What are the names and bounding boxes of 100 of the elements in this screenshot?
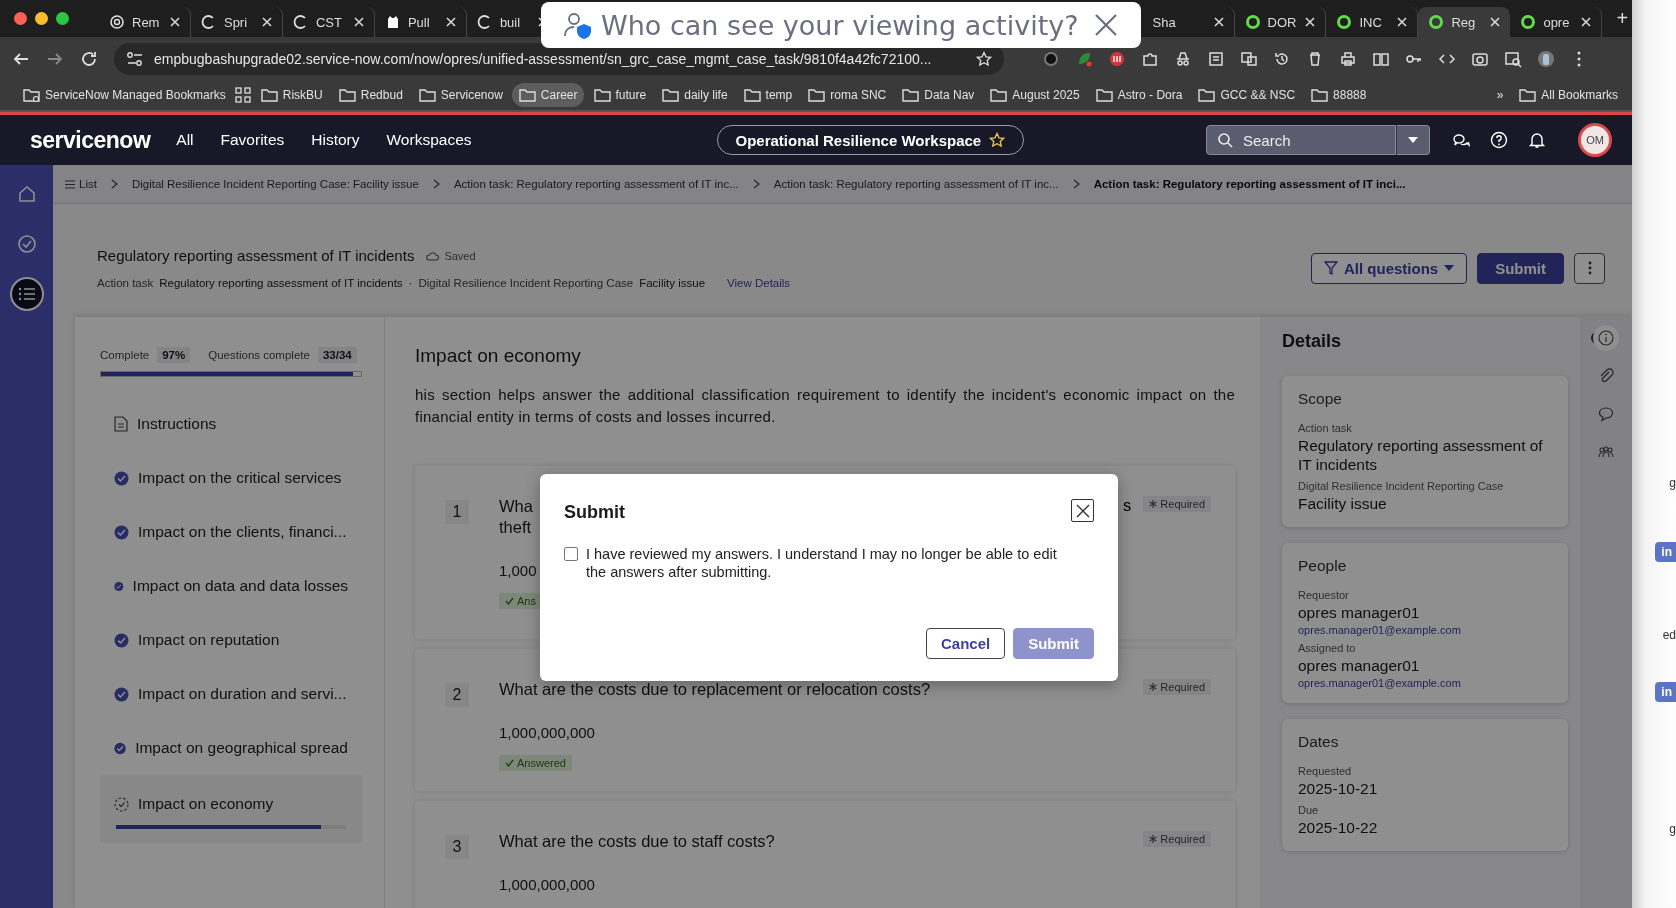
list-icon <box>17 286 36 302</box>
bookmark[interactable]: ServiceNow Managed Bookmarks <box>16 83 232 107</box>
bookmark[interactable]: Servicenow <box>411 83 509 107</box>
chevron-right-icon <box>752 179 760 189</box>
search-scope-dropdown[interactable] <box>1396 125 1430 155</box>
confirm-checkbox[interactable] <box>564 547 578 561</box>
window-minimize-dot[interactable] <box>35 12 48 25</box>
translate-icon[interactable] <box>1240 49 1258 68</box>
profile-avatar-icon[interactable] <box>1537 49 1555 68</box>
email-link[interactable]: opres.manager01@example.com <box>1298 677 1552 689</box>
list-icon[interactable] <box>1207 49 1225 68</box>
section-nav-item[interactable]: Impact on the critical services <box>114 469 348 487</box>
nav-menu-item[interactable]: All <box>176 131 194 149</box>
card-title: Dates <box>1298 733 1340 751</box>
question-text: What are the costs due to staff costs? <box>499 831 775 852</box>
bars-badge-icon[interactable] <box>1108 49 1126 68</box>
window-close-dot[interactable] <box>14 12 27 25</box>
field-value: Regulatory reporting assessment of IT incidents <box>1298 436 1544 474</box>
bell-icon[interactable] <box>1528 131 1546 149</box>
section-nav-item[interactable]: Impact on reputation <box>114 631 348 649</box>
bookmark[interactable]: roma SNC <box>801 83 893 107</box>
list-button[interactable] <box>9 277 44 311</box>
folder-icon <box>989 86 1008 104</box>
section-nav-item[interactable]: Instructions <box>114 415 348 433</box>
details-title: Details <box>1282 331 1343 352</box>
breadcrumb-link[interactable]: Action task: Regulatory reporting assessment of IT inc... <box>453 178 739 190</box>
people-icon <box>1598 444 1614 460</box>
answer-value: 1,000,000,000 <box>499 876 595 893</box>
nav-menu-item[interactable]: Favorites <box>220 131 285 149</box>
bookmarks-overflow-button[interactable]: » <box>1490 85 1510 105</box>
address-bar[interactable]: empbugbashupgrade02.service-now.com/now/opres/unified-assessment/sn_grc_case_mgmt_case_task/9810f4a42fc72100... <box>114 42 1004 75</box>
section-nav-item[interactable]: Impact on geographical spread <box>114 739 348 757</box>
bookmark[interactable]: 88888 <box>1304 83 1373 107</box>
browser-tab[interactable]: Reg <box>1418 7 1511 37</box>
bookmark[interactable]: GCC && NSC <box>1191 83 1302 107</box>
search-field[interactable]: Search <box>1241 130 1375 150</box>
record-title: Regulatory reporting assessment of IT incidents <box>97 247 415 264</box>
cancel-button[interactable]: Cancel <box>925 628 1006 659</box>
bookmark[interactable]: August 2025 <box>983 83 1086 107</box>
answered-tag: Answered <box>499 755 572 771</box>
search-page-icon[interactable] <box>1504 49 1522 68</box>
bookmark[interactable]: Data Nav <box>895 83 981 107</box>
check-circle-icon <box>114 632 129 648</box>
asterisk-icon <box>1149 835 1158 843</box>
user-avatar[interactable]: OM <box>1578 123 1612 157</box>
breadcrumb-link[interactable]: List <box>65 178 97 190</box>
close-button[interactable] <box>1071 499 1094 522</box>
arc-icon <box>292 14 309 30</box>
caret-icon <box>1407 136 1419 144</box>
folder-icon <box>901 86 920 104</box>
star-icon[interactable] <box>976 50 992 67</box>
breadcrumb-link[interactable]: Action task: Regulatory reporting assessment of IT inc... <box>773 178 1059 190</box>
edge-text: ed <box>1662 628 1676 642</box>
star-icon[interactable] <box>989 132 1006 148</box>
bookmark[interactable]: RiskBU <box>253 83 329 107</box>
section-nav-item[interactable]: Impact on the clients, financi... <box>114 523 348 541</box>
progress-label: Complete <box>100 349 150 361</box>
new-tab-button[interactable]: + <box>1612 7 1633 30</box>
all-bookmarks-button[interactable]: All Bookmarks <box>1512 83 1624 107</box>
window-zoom-dot[interactable] <box>56 12 69 25</box>
bookmark[interactable]: future <box>586 83 653 107</box>
answer-value: 1,000,000,000 <box>499 724 595 741</box>
help-icon[interactable] <box>1490 131 1508 149</box>
search-box[interactable]: Search <box>1206 125 1396 155</box>
filter-button[interactable]: All questions <box>1310 252 1468 284</box>
required-tag: Required <box>1143 831 1211 847</box>
bookmark[interactable]: Redbud <box>331 83 409 107</box>
folder-icon <box>1094 86 1113 104</box>
bookmark[interactable]: Career <box>511 83 584 107</box>
side-tool-button[interactable] <box>1593 325 1619 351</box>
question-text: theft <box>499 517 533 538</box>
question-text: s <box>1123 496 1132 515</box>
breadcrumb-link[interactable]: Action task: Regulatory reporting assessment of IT inci... <box>1093 178 1406 190</box>
arc-icon <box>476 14 493 30</box>
bookmark[interactable]: temp <box>736 83 799 107</box>
document-icon <box>114 416 128 432</box>
submit-button[interactable]: Submit <box>1477 252 1564 284</box>
email-link[interactable]: opres.manager01@example.com <box>1298 624 1552 636</box>
nav-menu-item[interactable]: Workspaces <box>386 131 472 149</box>
separator-dot: · <box>408 277 413 289</box>
chat-icon[interactable] <box>1452 131 1470 149</box>
incognito-icon[interactable] <box>1174 49 1192 68</box>
breadcrumb-link[interactable]: Digital Resilience Incident Reporting Case: Facility issue <box>131 178 419 190</box>
printer-icon[interactable] <box>1339 49 1357 68</box>
reload-icon[interactable] <box>80 49 98 68</box>
bookmark[interactable]: daily life <box>655 83 734 107</box>
field-label: Requested <box>1298 765 1353 777</box>
section-nav-item[interactable]: Impact on data and data losses <box>114 577 348 595</box>
meta-value: Facility issue <box>639 277 706 289</box>
apps-grid-icon[interactable] <box>234 87 251 103</box>
folder-icon <box>742 86 761 104</box>
servicenow-logo[interactable]: servicenow <box>30 126 151 154</box>
bookmark[interactable]: Astro - Dora <box>1088 83 1189 107</box>
field-label: Due <box>1298 804 1320 816</box>
more-options-button[interactable] <box>1574 252 1605 284</box>
view-details-link[interactable]: View Details <box>727 277 791 289</box>
folder-icon <box>259 86 278 104</box>
more-icon <box>1587 261 1592 275</box>
section-nav-item[interactable]: Impact on duration and servi... <box>114 685 348 703</box>
nav-menu-item[interactable]: History <box>311 131 360 149</box>
